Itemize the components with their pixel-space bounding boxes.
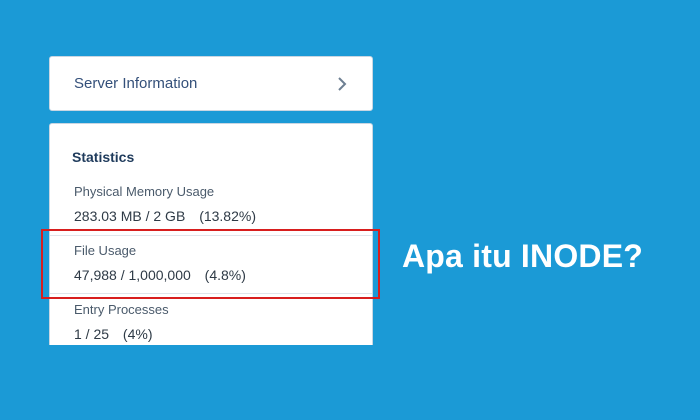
file-usage-highlight-box [41,229,380,299]
headline-text: Apa itu INODE? [402,238,644,274]
stat-value-line: 1 / 25 (4%) [74,326,372,342]
stat-value: 283.03 MB / 2 GB [74,208,186,224]
server-information-row[interactable]: Server Information [49,56,373,111]
stat-percent: (13.82%) [199,208,256,224]
stat-value: 1 / 25 [74,326,110,342]
stat-percent: (4%) [122,326,153,342]
stat-physical-memory: Physical Memory Usage 283.03 MB / 2 GB (… [50,184,372,224]
server-information-label: Server Information [74,75,198,92]
statistics-title: Statistics [72,149,135,165]
stat-label: Entry Processes [74,302,169,317]
stat-entry-processes: Entry Processes 1 / 25 (4%) [50,302,372,342]
stat-label: Physical Memory Usage [74,184,215,199]
chevron-right-icon [338,76,347,91]
stat-value-line: 283.03 MB / 2 GB (13.82%) [74,208,372,224]
